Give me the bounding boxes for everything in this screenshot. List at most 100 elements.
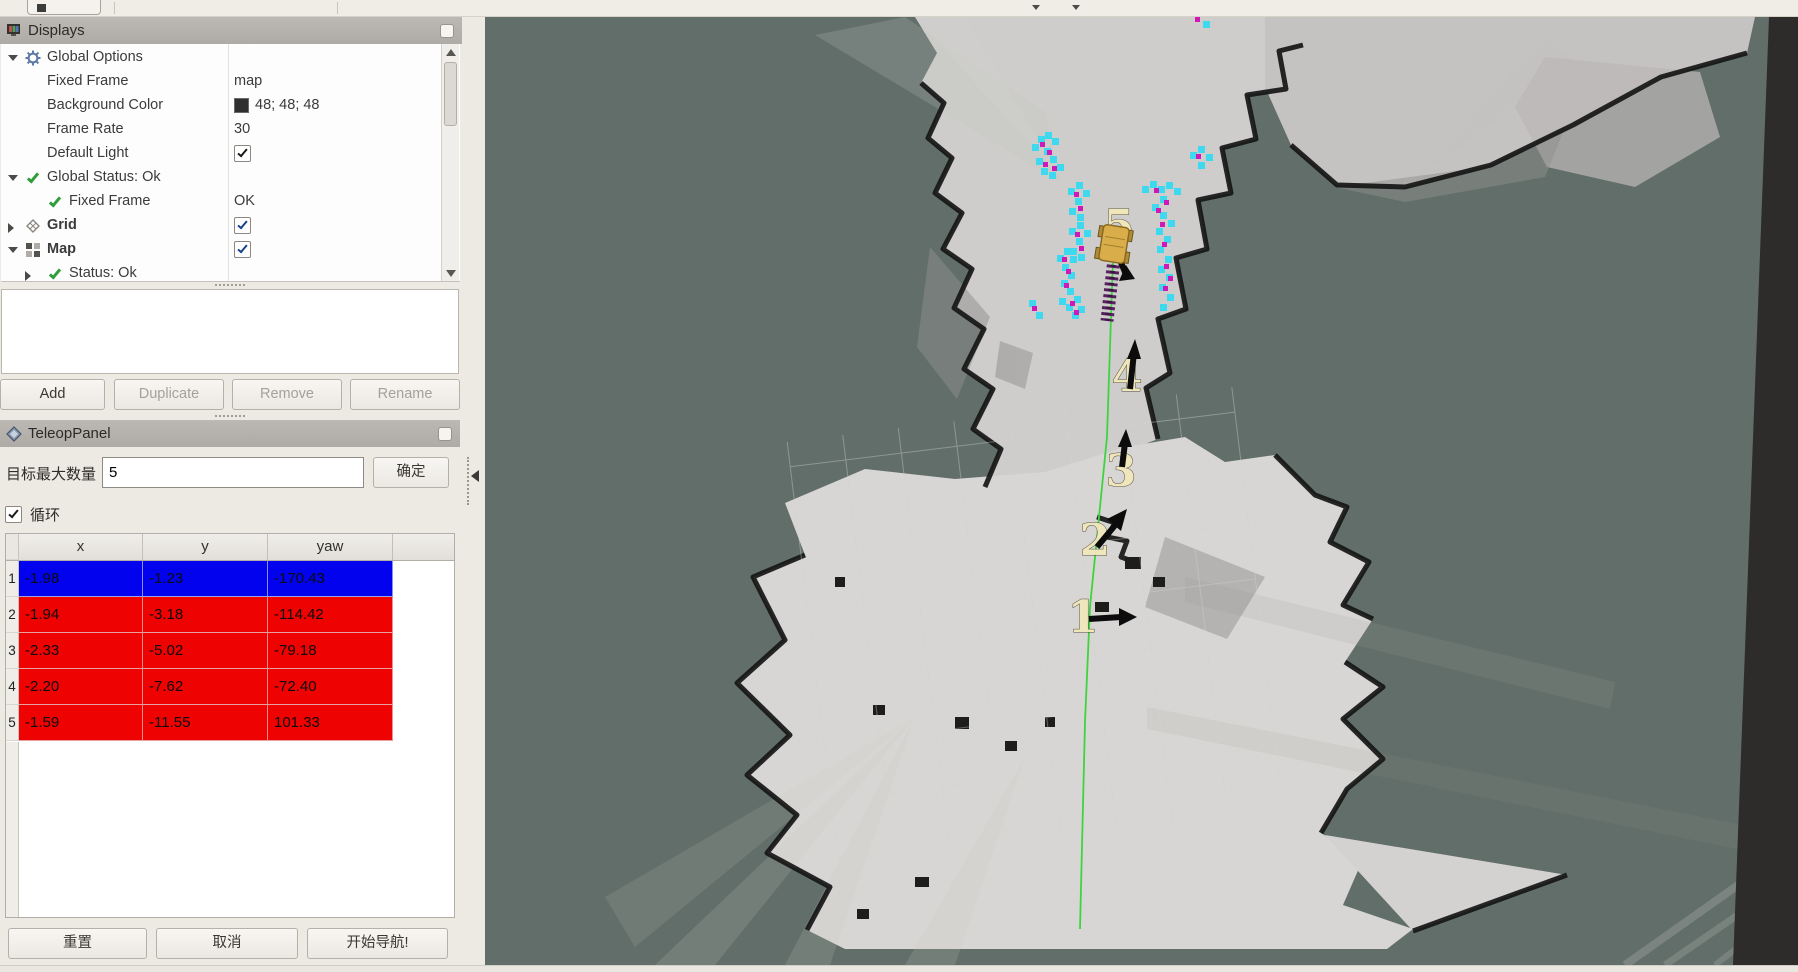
displays-panel-header[interactable]: Displays [0,17,462,44]
max-goals-input[interactable] [102,457,364,488]
tool-icon [37,4,46,12]
displays-property-tree[interactable]: Global Options Fixed Frame map Backgroun… [1,44,460,282]
row-number: 2 [6,597,19,633]
cell-y[interactable]: -7.62 [143,669,268,705]
property-label: Fixed Frame [69,193,150,209]
cancel-button[interactable]: 取消 [156,928,298,959]
column-header-y[interactable]: y [143,534,268,560]
tree-row-frame-rate[interactable]: Frame Rate 30 [1,118,441,142]
panel-float-button[interactable] [440,24,454,38]
display-name[interactable]: Map [47,241,76,257]
cell-y[interactable]: -1.23 [143,561,268,597]
panel-splitter[interactable] [0,282,460,288]
cell-x[interactable]: -1.59 [19,705,143,741]
cell-x[interactable]: -1.98 [19,561,143,597]
duplicate-display-button[interactable]: Duplicate [114,379,224,410]
teleop-panel-icon [6,426,22,442]
chevron-down-icon[interactable] [1032,5,1040,10]
status-strip [0,965,1798,972]
cell-x[interactable]: -2.20 [19,669,143,705]
tree-row-grid[interactable]: Grid [1,214,441,238]
tree-row-map[interactable]: Map [1,238,441,262]
cell-yaw[interactable]: -79.18 [268,633,393,669]
property-label: Global Options [47,49,143,65]
property-label: Frame Rate [47,121,124,137]
table-row[interactable]: 5 -1.59 -11.55 101.33 [6,705,454,741]
row-number: 3 [6,633,19,669]
property-value: OK [234,193,255,209]
column-header-x[interactable]: x [19,534,143,560]
tree-scrollbar[interactable] [441,44,459,282]
tree-row-global-status[interactable]: Global Status: Ok [1,166,441,190]
add-display-button[interactable]: Add [0,379,105,410]
rename-display-button[interactable]: Rename [350,379,460,410]
toolbar-tool-button[interactable] [27,0,101,15]
expand-arrow-icon[interactable] [25,271,31,281]
cell-x[interactable]: -2.33 [19,633,143,669]
table-row[interactable]: 3 -2.33 -5.02 -79.18 [6,633,454,669]
loop-checkbox-row[interactable]: 循环 [5,504,60,525]
cell-y[interactable]: -5.02 [143,633,268,669]
tree-row-map-status[interactable]: Status: Ok [1,262,441,282]
waypoint-table[interactable]: x y yaw 1 -1.98 -1.23 -170.43 2 -1.94 -3… [5,533,455,918]
map-3d-viewport[interactable]: 1 2 3 4 5 [485,17,1798,965]
property-value[interactable]: 30 [234,121,250,137]
expand-arrow-icon[interactable] [8,223,14,233]
cell-yaw[interactable]: 101.33 [268,705,393,741]
property-value[interactable]: map [234,73,262,89]
cell-y[interactable]: -11.55 [143,705,268,741]
tree-row-fixed-frame-status[interactable]: Fixed Frame OK [1,190,441,214]
start-navigation-button[interactable]: 开始导航! [307,928,448,959]
tree-row-fixed-frame[interactable]: Fixed Frame map [1,70,441,94]
property-value[interactable]: 48; 48; 48 [255,97,320,113]
collapse-arrow-icon[interactable] [8,55,18,61]
map-canvas[interactable]: 1 2 3 4 5 [485,17,1798,965]
loop-checkbox[interactable] [5,506,22,523]
scroll-down-icon[interactable] [446,270,456,277]
tree-row-global-options[interactable]: Global Options [1,46,441,70]
default-light-checkbox[interactable] [234,145,251,162]
tree-row-background-color[interactable]: Background Color 48; 48; 48 [1,94,441,118]
display-name[interactable]: Grid [47,217,77,233]
table-row[interactable]: 2 -1.94 -3.18 -114.42 [6,597,454,633]
cell-x[interactable]: -1.94 [19,597,143,633]
table-row[interactable]: 1 -1.98 -1.23 -170.43 [6,561,454,597]
map-display-icon [25,242,41,258]
map-plane-edge-dark [1733,17,1798,965]
scrollbar-thumb[interactable] [444,62,457,126]
cell-y[interactable]: -3.18 [143,597,268,633]
cell-yaw[interactable]: -72.40 [268,669,393,705]
panel-splitter[interactable] [0,413,460,419]
color-swatch[interactable] [234,98,249,113]
row-number: 5 [6,705,19,741]
property-label: Default Light [47,145,128,161]
cell-yaw[interactable]: -114.42 [268,597,393,633]
row-number: 1 [6,561,19,597]
top-toolbar [0,0,1798,17]
collapse-arrow-icon[interactable] [8,247,18,253]
confirm-button[interactable]: 确定 [373,457,449,488]
tree-row-default-light[interactable]: Default Light [1,142,441,166]
teleop-panel-header[interactable]: TeleopPanel [0,420,460,447]
chevron-down-icon[interactable] [1072,5,1080,10]
max-goals-label: 目标最大数量 [6,463,96,484]
status-ok-check-icon [47,194,63,210]
teleop-panel-title: TeleopPanel [28,425,111,442]
toolbar-separator [114,2,115,14]
collapse-left-icon[interactable] [471,470,479,482]
collapse-arrow-icon[interactable] [8,175,18,181]
cell-yaw[interactable]: -170.43 [268,561,393,597]
table-row[interactable]: 4 -2.20 -7.62 -72.40 [6,669,454,705]
column-header-yaw[interactable]: yaw [268,534,393,560]
map-enabled-checkbox[interactable] [234,241,251,258]
panel-collapse-handle[interactable] [467,457,469,505]
remove-display-button[interactable]: Remove [232,379,342,410]
robot-marker [1094,224,1133,265]
grid-enabled-checkbox[interactable] [234,217,251,234]
waypoint-table-header: x y yaw [6,534,454,561]
reset-button[interactable]: 重置 [8,928,147,959]
scroll-up-icon[interactable] [446,49,456,56]
gear-icon [25,50,41,66]
panel-float-button[interactable] [438,427,452,441]
property-label: Background Color [47,97,163,113]
